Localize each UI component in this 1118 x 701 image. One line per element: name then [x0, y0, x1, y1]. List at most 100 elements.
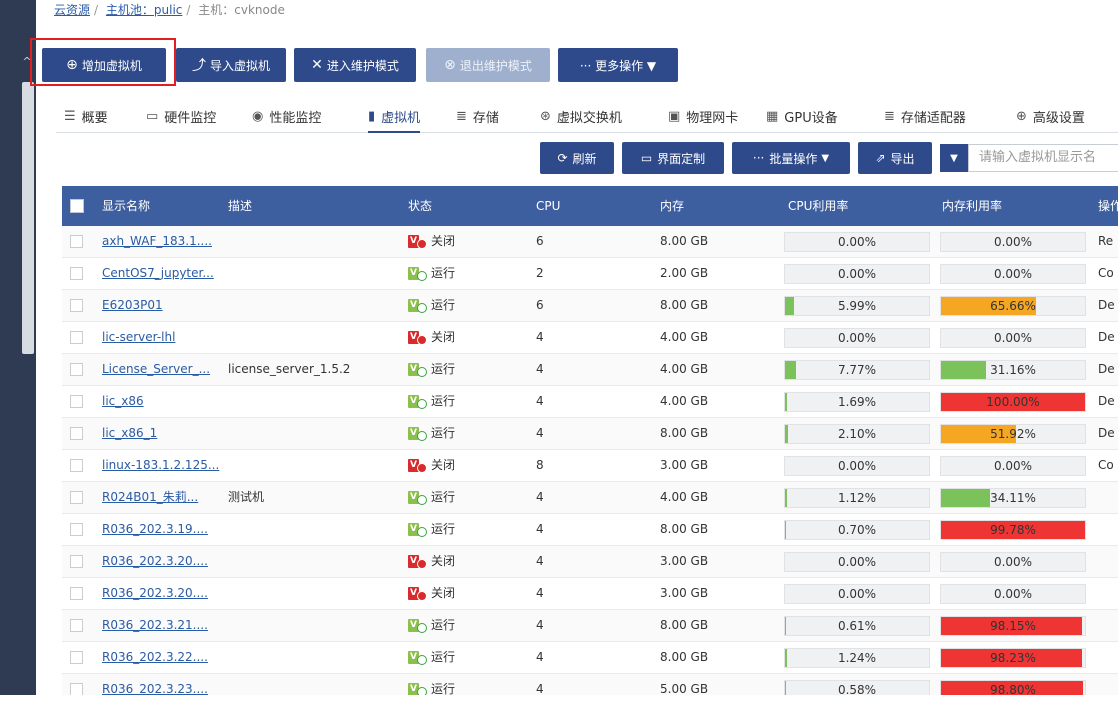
vm-op-cell[interactable]: Re [1098, 226, 1118, 257]
vm-op-cell[interactable]: Co [1098, 258, 1118, 289]
vm-name-link[interactable]: lic_x86_1 [102, 426, 157, 440]
row-checkbox[interactable] [70, 299, 83, 312]
export-button[interactable]: ⇗ 导出 [858, 142, 932, 174]
table-row[interactable]: R036_202.3.22.... V 运行 4 8.00 GB 1.24% 98.23% [62, 642, 1118, 674]
vm-status-text: 关闭 [431, 330, 456, 344]
vm-name-link[interactable]: lic-server-lhl [102, 330, 175, 344]
table-row[interactable]: R036_202.3.20.... V 关闭 4 3.00 GB 0.00% 0.00% [62, 546, 1118, 578]
bottom-edge [0, 695, 1118, 701]
vm-name-link[interactable]: R036_202.3.23.... [102, 682, 208, 696]
search-filter-dropdown[interactable]: ▼ [940, 144, 968, 172]
table-row[interactable]: axh_WAF_183.1.... V 关闭 6 8.00 GB 0.00% 0.00% Re [62, 226, 1118, 258]
header-desc[interactable]: 描述 [228, 186, 252, 226]
header-cpu-usage[interactable]: CPU利用率 [788, 186, 848, 226]
vm-op-cell[interactable] [1098, 610, 1118, 641]
mem-usage-text: 0.00% [993, 555, 1033, 569]
select-all-checkbox[interactable] [70, 199, 84, 213]
table-row[interactable]: R036_202.3.20.... V 关闭 4 3.00 GB 0.00% 0.00% [62, 578, 1118, 610]
row-checkbox[interactable] [70, 427, 83, 440]
vm-name-link[interactable]: R024B01_朱莉... [102, 490, 198, 504]
more-actions-button[interactable]: ··· 更多操作 ▼ [558, 48, 678, 82]
vm-cpu: 4 [536, 394, 544, 408]
vm-memory: 4.00 GB [660, 330, 709, 344]
vm-name-link[interactable]: R036_202.3.19.... [102, 522, 208, 536]
batch-actions-button[interactable]: ··· 批量操作 ▼ [732, 142, 850, 174]
table-row[interactable]: R036_202.3.19.... V 运行 4 8.00 GB 0.70% 99.78% [62, 514, 1118, 546]
tab-vms[interactable]: ▮ 虚拟机 [368, 100, 421, 133]
row-checkbox[interactable] [70, 555, 83, 568]
table-row[interactable]: lic_x86 V 运行 4 4.00 GB 1.69% 100.00% De [62, 386, 1118, 418]
breadcrumb-pool[interactable]: 主机池：pulic [106, 3, 183, 17]
vm-name-link[interactable]: lic_x86 [102, 394, 144, 408]
tab-advanced-settings[interactable]: ⊕ 高级设置 [1016, 100, 1085, 132]
tab-physical-nic[interactable]: ▣ 物理网卡 [668, 100, 738, 132]
vm-name-link[interactable]: CentOS7_jupyter... [102, 266, 214, 280]
vm-cpu: 6 [536, 298, 544, 312]
table-row[interactable]: lic_x86_1 V 运行 4 8.00 GB 2.10% 51.92% De [62, 418, 1118, 450]
vm-name-link[interactable]: E6203P01 [102, 298, 163, 312]
search-input[interactable]: 请输入虚拟机显示名 [968, 144, 1118, 172]
customize-button[interactable]: ▭ 界面定制 [622, 142, 724, 174]
scrollbar-thumb[interactable] [22, 82, 34, 354]
row-checkbox[interactable] [70, 523, 83, 536]
row-checkbox[interactable] [70, 459, 83, 472]
vm-name-cell: E6203P01 [102, 290, 222, 321]
vm-name-link[interactable]: R036_202.3.20.... [102, 554, 208, 568]
vm-op-cell[interactable]: Co [1098, 450, 1118, 481]
vm-op-cell[interactable] [1098, 642, 1118, 673]
header-name[interactable]: 显示名称 [102, 186, 150, 226]
tab-virtual-switch[interactable]: ⊛ 虚拟交换机 [540, 100, 622, 132]
vm-op-cell[interactable] [1098, 578, 1118, 609]
refresh-button[interactable]: ⟳ 刷新 [540, 142, 614, 174]
tab-hardware-monitor[interactable]: ▭ 硬件监控 [146, 100, 216, 132]
row-checkbox[interactable] [70, 363, 83, 376]
tab-overview[interactable]: ☰ 概要 [64, 100, 108, 132]
table-row[interactable]: lic-server-lhl V 关闭 4 4.00 GB 0.00% 0.00% De [62, 322, 1118, 354]
row-checkbox[interactable] [70, 395, 83, 408]
vm-desc [228, 418, 398, 449]
vm-op-cell[interactable] [1098, 546, 1118, 577]
header-mem-usage[interactable]: 内存利用率 [942, 186, 1002, 226]
tab-performance-monitor[interactable]: ◉ 性能监控 [252, 100, 321, 132]
vm-status-text: 运行 [431, 394, 456, 408]
import-vm-button[interactable]: ⤴ 导入虚拟机 [176, 48, 286, 82]
exit-maintenance-button[interactable]: ⊗ 退出维护模式 [426, 48, 550, 82]
tab-gpu[interactable]: ▦ GPU设备 [766, 100, 838, 132]
vm-name-link[interactable]: R036_202.3.20.... [102, 586, 208, 600]
tab-storage-adapter[interactable]: ≣ 存储适配器 [884, 100, 966, 132]
vm-op-cell[interactable]: De [1098, 290, 1118, 321]
vm-status-text: 运行 [431, 266, 456, 280]
header-status[interactable]: 状态 [408, 186, 432, 226]
vm-status-text: 运行 [431, 618, 456, 632]
vm-op-cell[interactable] [1098, 482, 1118, 513]
vm-name-link[interactable]: R036_202.3.22.... [102, 650, 208, 664]
vm-op-cell[interactable] [1098, 514, 1118, 545]
row-checkbox[interactable] [70, 331, 83, 344]
vm-name-link[interactable]: R036_202.3.21.... [102, 618, 208, 632]
table-row[interactable]: CentOS7_jupyter... V 运行 2 2.00 GB 0.00% 0.00% C… [62, 258, 1118, 290]
row-checkbox[interactable] [70, 587, 83, 600]
vm-op-cell[interactable]: De [1098, 386, 1118, 417]
table-row[interactable]: R036_202.3.21.... V 运行 4 8.00 GB 0.61% 98.15% [62, 610, 1118, 642]
row-checkbox[interactable] [70, 651, 83, 664]
table-row[interactable]: E6203P01 V 运行 6 8.00 GB 5.99% 65.66% De [62, 290, 1118, 322]
row-checkbox[interactable] [70, 235, 83, 248]
vm-op-cell[interactable]: De [1098, 418, 1118, 449]
tab-storage[interactable]: ≣ 存储 [456, 100, 499, 132]
vm-op-cell[interactable]: De [1098, 354, 1118, 385]
row-checkbox[interactable] [70, 619, 83, 632]
breadcrumb-root[interactable]: 云资源 [54, 3, 90, 17]
table-row[interactable]: linux-183.1.2.125... V 关闭 8 3.00 GB 0.00% 0.00… [62, 450, 1118, 482]
vm-status-text: 关闭 [431, 234, 456, 248]
table-row[interactable]: R024B01_朱莉... 测试机 V 运行 4 4.00 GB 1.12% 34.11% [62, 482, 1118, 514]
header-cpu[interactable]: CPU [536, 186, 560, 226]
row-checkbox[interactable] [70, 491, 83, 504]
table-row[interactable]: License_Server_... license_server_1.5.2 V 运… [62, 354, 1118, 386]
vm-name-link[interactable]: axh_WAF_183.1.... [102, 234, 212, 248]
row-checkbox[interactable] [70, 267, 83, 280]
vm-name-link[interactable]: linux-183.1.2.125... [102, 458, 219, 472]
enter-maintenance-button[interactable]: ✕ 进入维护模式 [294, 48, 416, 82]
vm-name-link[interactable]: License_Server_... [102, 362, 210, 376]
vm-op-cell[interactable]: De [1098, 322, 1118, 353]
header-memory[interactable]: 内存 [660, 186, 684, 226]
